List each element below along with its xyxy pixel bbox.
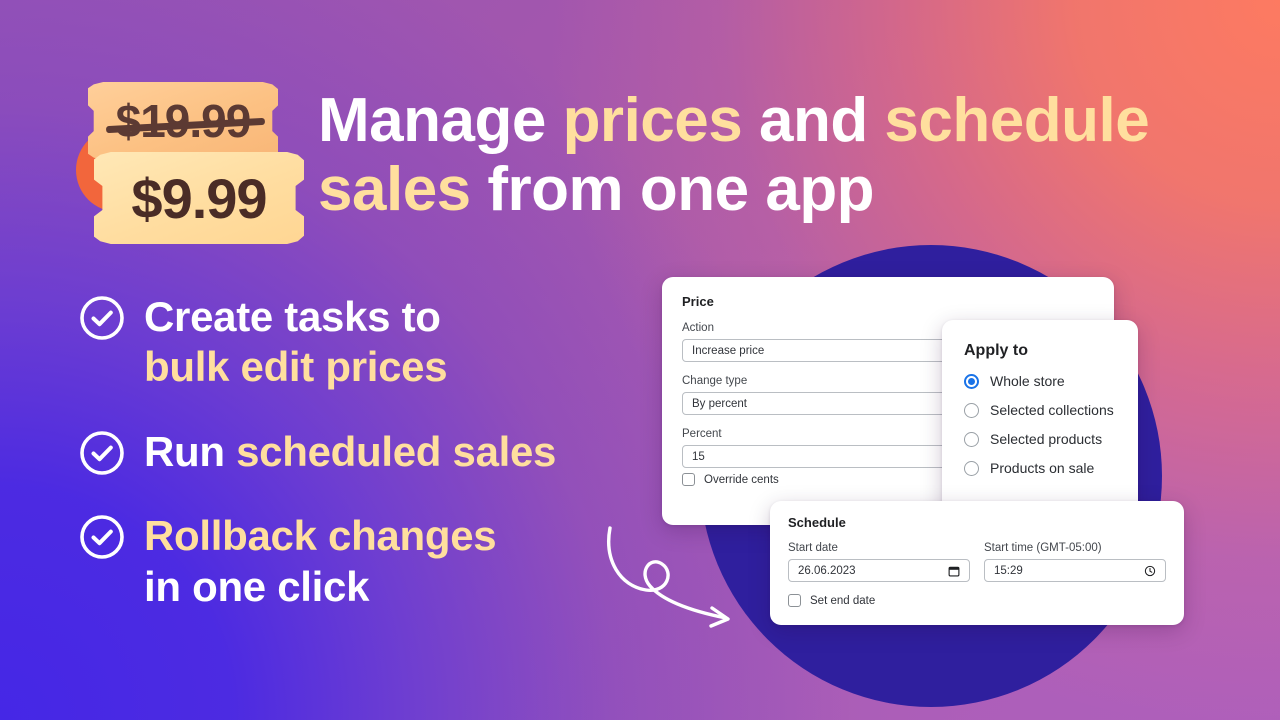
check-circle-icon <box>80 296 124 340</box>
feature-2-accent: scheduled sales <box>236 427 557 475</box>
radio-option-products-on-sale[interactable]: Products on sale <box>964 460 1116 476</box>
radio-option-selected-products[interactable]: Selected products <box>964 431 1116 447</box>
change-type-select[interactable]: By percent <box>682 392 982 415</box>
feature-3-plain: in one click <box>144 562 370 610</box>
page-title: Manage prices and schedule sales from one… <box>318 86 1218 225</box>
calendar-icon[interactable] <box>948 565 960 577</box>
action-select[interactable]: Increase price <box>682 339 982 362</box>
set-end-date-row[interactable]: Set end date <box>788 594 1166 607</box>
old-price-tag: $19.99 <box>88 82 278 160</box>
apply-to-card: Apply to Whole store Selected collection… <box>942 320 1138 524</box>
action-value: Increase price <box>692 344 765 357</box>
start-time-label: Start time (GMT-05:00) <box>984 542 1102 554</box>
clock-icon[interactable] <box>1144 565 1156 577</box>
percent-value: 15 <box>692 450 705 463</box>
headline-word-and: and <box>742 86 885 155</box>
price-card-title: Price <box>682 294 714 309</box>
radio-button[interactable] <box>964 431 979 447</box>
headline-word-schedule: schedule <box>884 86 1150 155</box>
set-end-date-checkbox[interactable] <box>788 594 801 607</box>
headline-word-sales: sales <box>318 155 471 225</box>
override-cents-row[interactable]: Override cents <box>682 473 779 486</box>
radio-button[interactable] <box>964 402 979 418</box>
list-item: Run scheduled sales <box>78 427 638 477</box>
price-tag-graphic: $19.99 $9.99 <box>72 72 312 252</box>
headline-word-fromoneapp: from one app <box>470 155 875 225</box>
override-cents-label: Override cents <box>704 473 779 486</box>
new-price-tag: $9.99 <box>94 152 304 244</box>
radio-label: Selected collections <box>990 402 1114 418</box>
headline-word-manage: Manage <box>318 86 563 155</box>
radio-label: Selected products <box>990 431 1103 447</box>
feature-text: Create tasks to bulk edit prices <box>144 292 448 393</box>
list-item: Rollback changes in one click <box>78 511 638 612</box>
feature-text: Run scheduled sales <box>144 427 556 477</box>
feature-1-accent: bulk edit prices <box>144 343 448 391</box>
apply-to-title: Apply to <box>964 342 1028 359</box>
radio-option-whole-store[interactable]: Whole store <box>964 373 1116 389</box>
start-date-value: 26.06.2023 <box>798 564 856 577</box>
list-item: Create tasks to bulk edit prices <box>78 292 638 393</box>
feature-list: Create tasks to bulk edit prices Run sch… <box>78 292 638 646</box>
start-time-value: 15:29 <box>994 564 1023 577</box>
start-date-field: Start date 26.06.2023 <box>788 542 970 582</box>
radio-button[interactable] <box>964 373 979 389</box>
radio-label: Whole store <box>990 373 1065 389</box>
schedule-fields-row: Start date 26.06.2023 Start time (GMT-05… <box>788 542 1166 582</box>
feature-2-plain: Run <box>144 427 237 475</box>
set-end-date-label: Set end date <box>810 594 876 607</box>
start-time-field: Start time (GMT-05:00) 15:29 <box>984 542 1166 582</box>
feature-3-accent: Rollback changes <box>144 512 497 560</box>
start-date-label: Start date <box>788 542 838 554</box>
change-type-value: By percent <box>692 397 747 410</box>
curved-arrow-icon <box>607 526 730 628</box>
radio-option-selected-collections[interactable]: Selected collections <box>964 402 1116 418</box>
start-time-input[interactable]: 15:29 <box>984 559 1166 582</box>
headline-word-prices: prices <box>562 86 743 155</box>
new-price-text: $9.99 <box>131 166 267 230</box>
start-date-input[interactable]: 26.06.2023 <box>788 559 970 582</box>
percent-input[interactable]: 15 <box>682 445 982 468</box>
radio-label: Products on sale <box>990 460 1095 476</box>
old-price-text: $19.99 <box>115 95 252 147</box>
feature-1-plain: Create tasks to <box>144 293 441 340</box>
schedule-card-title: Schedule <box>788 515 846 530</box>
radio-button[interactable] <box>964 460 979 476</box>
check-circle-icon <box>80 430 124 475</box>
schedule-card: Schedule Start date 26.06.2023 Start tim… <box>770 501 1184 625</box>
override-cents-checkbox[interactable] <box>682 473 695 486</box>
check-circle-icon <box>80 515 124 559</box>
feature-text: Rollback changes in one click <box>144 511 497 612</box>
